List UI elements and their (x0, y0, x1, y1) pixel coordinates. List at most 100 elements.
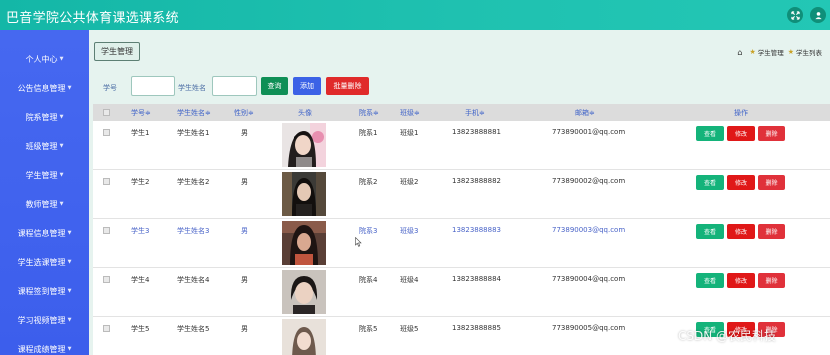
cell-email: 773890005@qq.com (552, 324, 626, 332)
cell-phone: 13823888885 (452, 324, 501, 332)
sidebar-item-departments[interactable]: 院系管理 ▼ (0, 107, 89, 127)
sidebar-item-label: 学习视频管理 (17, 315, 66, 325)
add-button[interactable]: 添加 (293, 77, 321, 95)
cell-student-no: 学生1 (131, 129, 150, 137)
cell-department: 院系4 (359, 276, 378, 284)
cell-department: 院系2 (359, 178, 378, 186)
cell-class: 班级3 (400, 227, 419, 235)
student-name-input[interactable] (212, 76, 257, 96)
chevron-down-icon: ▼ (59, 172, 64, 178)
cell-phone: 13823888884 (452, 275, 501, 283)
row-checkbox[interactable] (103, 276, 110, 283)
avatar[interactable] (282, 123, 326, 167)
cell-phone: 13823888883 (452, 226, 501, 234)
delete-button[interactable]: 删除 (758, 224, 785, 239)
mouse-pointer-icon (355, 237, 362, 247)
avatar[interactable] (282, 221, 326, 265)
table-row: 学生2 学生姓名2 男 院系2 班级2 13823888882 77389000… (93, 170, 830, 219)
cell-gender: 男 (241, 129, 248, 137)
sidebar: 个人中心 ▼ 公告信息管理 ▼ 院系管理 ▼ 班级管理 ▼ 学生管理 ▼ 教师管理 ▼ 课程… (0, 30, 89, 355)
user-menu-button[interactable] (810, 7, 826, 23)
th-student-name[interactable]: 学生姓名≑ (177, 108, 211, 118)
cell-class: 班级1 (400, 129, 419, 137)
cell-department: 院系5 (359, 325, 378, 333)
edit-button[interactable]: 修改 (727, 126, 755, 141)
row-checkbox[interactable] (103, 325, 110, 332)
search-bar: 学号 学生姓名 查询 添加 批量删除 (89, 76, 830, 100)
sidebar-item-course-selection[interactable]: 学生选课管理 ▼ (0, 252, 89, 272)
th-phone[interactable]: 手机≑ (465, 108, 485, 118)
th-email[interactable]: 邮箱≑ (575, 108, 595, 118)
sort-icon: ≑ (414, 109, 420, 117)
star-icon: ★ (749, 48, 756, 56)
chevron-down-icon: ▼ (59, 114, 64, 120)
student-no-label: 学号 (103, 84, 117, 92)
th-class[interactable]: 班级≑ (400, 108, 420, 118)
delete-button[interactable]: 删除 (758, 175, 785, 190)
row-checkbox[interactable] (103, 129, 110, 136)
row-checkbox[interactable] (103, 227, 110, 234)
select-all-checkbox[interactable] (103, 109, 110, 116)
cell-class: 班级4 (400, 276, 419, 284)
avatar[interactable] (282, 270, 326, 314)
sidebar-item-label: 班级管理 (25, 141, 58, 151)
chevron-down-icon: ▼ (67, 85, 72, 91)
fullscreen-button[interactable] (787, 7, 803, 23)
edit-button[interactable]: 修改 (727, 273, 755, 288)
chevron-down-icon: ▼ (67, 230, 72, 236)
cell-student-name: 学生姓名4 (177, 276, 210, 284)
row-checkbox[interactable] (103, 178, 110, 185)
batch-delete-button[interactable]: 批量删除 (326, 77, 369, 95)
sidebar-item-label: 学生管理 (25, 170, 58, 180)
sidebar-item-students[interactable]: 学生管理 ▼ (0, 165, 89, 185)
chevron-down-icon: ▼ (59, 143, 64, 149)
view-button[interactable]: 查看 (696, 126, 724, 141)
cell-department: 院系1 (359, 129, 378, 137)
student-table: 学号≑ 学生姓名≑ 性别≑ 头像 院系≑ 班级≑ 手机≑ 邮箱≑ 操作 学生1 … (93, 104, 830, 355)
sidebar-item-label: 课程成绩管理 (17, 344, 66, 354)
avatar[interactable] (282, 319, 326, 355)
cell-gender: 男 (241, 178, 248, 186)
sort-icon: ≑ (479, 109, 485, 117)
sort-icon: ≑ (145, 109, 151, 117)
edit-button[interactable]: 修改 (727, 224, 755, 239)
student-no-input[interactable] (131, 76, 175, 96)
th-department[interactable]: 院系≑ (359, 108, 379, 118)
sidebar-item-personal-center[interactable]: 个人中心 ▼ (0, 49, 89, 69)
tab-student-management[interactable]: 学生管理 (94, 42, 140, 61)
table-row: 学生4 学生姓名4 男 院系4 班级4 13823888884 77389000… (93, 268, 830, 317)
sidebar-item-courses[interactable]: 课程信息管理 ▼ (0, 223, 89, 243)
cell-student-no: 学生4 (131, 276, 150, 284)
chevron-down-icon: ▼ (67, 288, 72, 294)
cell-student-name: 学生姓名1 (177, 129, 210, 137)
delete-button[interactable]: 删除 (758, 273, 785, 288)
edit-button[interactable]: 修改 (727, 175, 755, 190)
search-button[interactable]: 查询 (261, 77, 288, 95)
sidebar-item-checkin[interactable]: 课程签到管理 ▼ (0, 281, 89, 301)
view-button[interactable]: 查看 (696, 224, 724, 239)
view-button[interactable]: 查看 (696, 273, 724, 288)
th-gender[interactable]: 性别≑ (234, 108, 254, 118)
sidebar-item-label: 课程签到管理 (17, 286, 66, 296)
sidebar-item-notice[interactable]: 公告信息管理 ▼ (0, 78, 89, 98)
cell-student-no: 学生2 (131, 178, 150, 186)
table-row: 学生1 学生姓名1 男 院系1 班级1 13823888881 77389000… (93, 121, 830, 170)
cell-email: 773890001@qq.com (552, 128, 626, 136)
avatar[interactable] (282, 172, 326, 216)
breadcrumb: ⌂ ★ 学生管理 ★ 学生列表 (737, 47, 822, 58)
sidebar-item-teachers[interactable]: 教师管理 ▼ (0, 194, 89, 214)
table-row: 学生3 学生姓名3 男 院系3 班级3 13823888883 77389000… (93, 219, 830, 268)
sidebar-item-grades[interactable]: 课程成绩管理 ▼ (0, 339, 89, 355)
breadcrumb-item[interactable]: 学生管理 (758, 47, 784, 57)
delete-button[interactable]: 删除 (758, 126, 785, 141)
cell-phone: 13823888882 (452, 177, 501, 185)
cell-gender: 男 (241, 325, 248, 333)
sidebar-item-classes[interactable]: 班级管理 ▼ (0, 136, 89, 156)
th-student-no[interactable]: 学号≑ (131, 108, 151, 118)
chevron-down-icon: ▼ (59, 201, 64, 207)
sidebar-item-label: 课程信息管理 (17, 228, 66, 238)
sidebar-item-videos[interactable]: 学习视频管理 ▼ (0, 310, 89, 330)
view-button[interactable]: 查看 (696, 175, 724, 190)
home-icon[interactable]: ⌂ (737, 48, 742, 57)
cell-gender: 男 (241, 276, 248, 284)
